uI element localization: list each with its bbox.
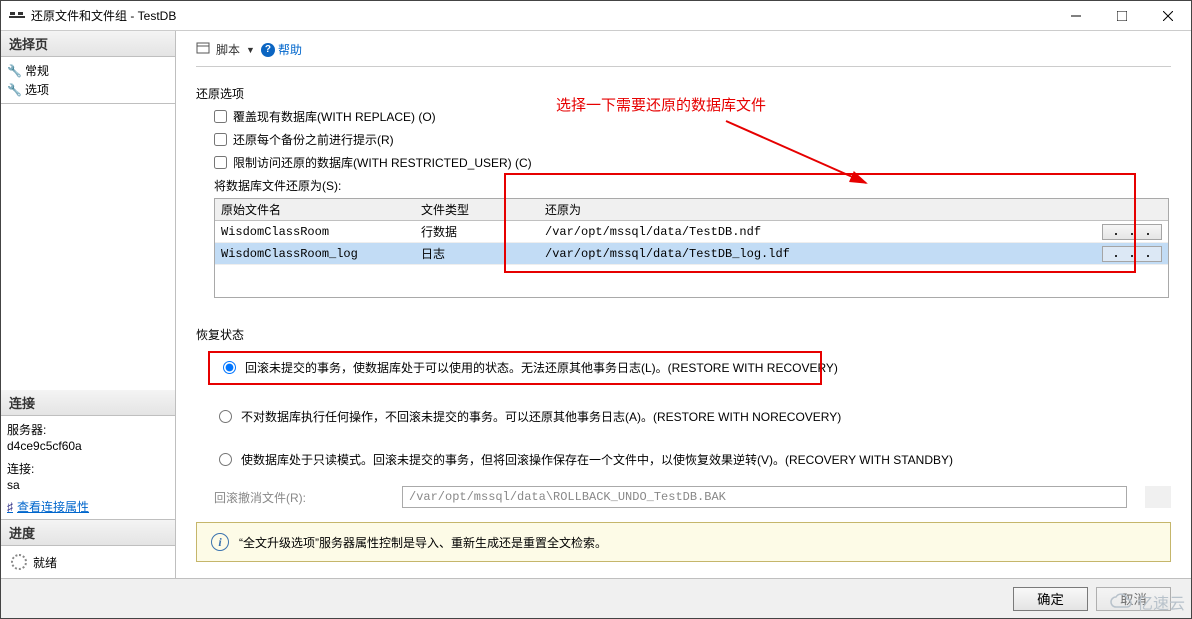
app-icon [9, 12, 25, 20]
watermark: 亿速云 [1108, 590, 1185, 614]
rollback-label: 回滚撤消文件(R): [214, 489, 384, 506]
script-button[interactable]: 脚本 [216, 41, 240, 58]
restrict-checkbox[interactable] [214, 156, 227, 169]
conn-label: 连接: [7, 459, 169, 478]
restore-files-table[interactable]: 原始文件名 文件类型 还原为 WisdomClassRoom 行数据 /var/… [214, 198, 1169, 298]
server-value: d4ce9c5cf60a [7, 439, 169, 459]
conn-value: sa [7, 478, 169, 498]
connection-section: 连接 服务器: d4ce9c5cf60a 连接: sa ♯ 查看连接属性 [1, 390, 175, 520]
table-row[interactable]: WisdomClassRoom 行数据 /var/opt/mssql/data/… [215, 221, 1168, 243]
progress-status: 就绪 [33, 554, 57, 571]
col-original-filename[interactable]: 原始文件名 [215, 199, 415, 221]
connection-icon: ♯ [7, 500, 13, 514]
recovery-radio-2[interactable] [219, 410, 232, 423]
dialog-window: 还原文件和文件组 - TestDB 选择页 🔧常规 🔧选项 连接 服务器: d [0, 0, 1192, 619]
connection-header: 连接 [1, 390, 175, 416]
prompt-checkbox[interactable] [214, 133, 227, 146]
footer: 确定 取消 [1, 578, 1191, 618]
recovery-option-3[interactable]: 使数据库处于只读模式。回滚未提交的事务，但将回滚操作保存在一个文件中，以使恢复效… [214, 451, 1171, 468]
restore-options-title: 还原选项 [196, 85, 1171, 102]
rollback-file-row: 回滚撤消文件(R): [214, 486, 1171, 508]
recovery-radio-1[interactable] [223, 361, 236, 374]
recovery-option-2[interactable]: 不对数据库执行任何操作，不回滚未提交的事务。可以还原其他事务日志(A)。(RES… [214, 408, 1171, 425]
select-page-section: 选择页 🔧常规 🔧选项 [1, 31, 175, 104]
window-title: 还原文件和文件组 - TestDB [31, 7, 1053, 24]
progress-header: 进度 [1, 520, 175, 546]
progress-section: 进度 就绪 [1, 520, 175, 578]
progress-spinner-icon [11, 554, 27, 570]
minimize-button[interactable] [1053, 1, 1099, 31]
dropdown-icon[interactable]: ▼ [246, 45, 255, 55]
recovery-option-1[interactable]: 回滚未提交的事务，使数据库处于可以使用的状态。无法还原其他事务日志(L)。(RE… [214, 353, 1171, 382]
window-buttons [1053, 1, 1191, 31]
option-prompt[interactable]: 还原每个备份之前进行提示(R) [214, 131, 1171, 148]
server-label: 服务器: [7, 420, 169, 439]
info-bar: i “全文升级选项”服务器属性控制是导入、重新生成还是重置全文检索。 [196, 522, 1171, 562]
rollback-file-input[interactable] [402, 486, 1127, 508]
sidebar: 选择页 🔧常规 🔧选项 连接 服务器: d4ce9c5cf60a 连接: sa … [1, 31, 176, 578]
col-restore-as[interactable]: 还原为 [539, 199, 1096, 221]
recovery-radio-3[interactable] [219, 453, 232, 466]
cloud-icon [1108, 593, 1134, 611]
toolbar: 脚本 ▼ ? 帮助 [196, 41, 1171, 67]
help-button[interactable]: ? 帮助 [261, 41, 302, 58]
option-restrict[interactable]: 限制访问还原的数据库(WITH RESTRICTED_USER) (C) [214, 154, 1171, 171]
rollback-browse-button[interactable] [1145, 486, 1171, 508]
help-icon: ? [261, 43, 275, 57]
titlebar: 还原文件和文件组 - TestDB [1, 1, 1191, 31]
col-file-type[interactable]: 文件类型 [415, 199, 539, 221]
restore-as-label: 将数据库文件还原为(S): [214, 177, 1171, 194]
table-row[interactable]: WisdomClassRoom_log 日志 /var/opt/mssql/da… [215, 243, 1168, 265]
sidebar-item-options[interactable]: 🔧选项 [7, 80, 169, 99]
body: 选择页 🔧常规 🔧选项 连接 服务器: d4ce9c5cf60a 连接: sa … [1, 31, 1191, 578]
select-page-header: 选择页 [1, 31, 175, 57]
browse-button[interactable]: . . . [1102, 246, 1162, 262]
close-button[interactable] [1145, 1, 1191, 31]
view-connection-properties-link[interactable]: ♯ 查看连接属性 [7, 498, 169, 515]
main-panel: 脚本 ▼ ? 帮助 还原选项 覆盖现有数据库(WITH REPLACE) (O)… [176, 31, 1191, 578]
option-overwrite[interactable]: 覆盖现有数据库(WITH REPLACE) (O) [214, 108, 1171, 125]
maximize-button[interactable] [1099, 1, 1145, 31]
browse-button[interactable]: . . . [1102, 224, 1162, 240]
overwrite-checkbox[interactable] [214, 110, 227, 123]
col-browse [1096, 199, 1168, 221]
script-icon [196, 42, 210, 57]
wrench-icon: 🔧 [7, 64, 21, 78]
ok-button[interactable]: 确定 [1013, 587, 1088, 611]
wrench-icon: 🔧 [7, 83, 21, 97]
recovery-title: 恢复状态 [196, 326, 1171, 343]
sidebar-item-general[interactable]: 🔧常规 [7, 61, 169, 80]
info-icon: i [211, 533, 229, 551]
